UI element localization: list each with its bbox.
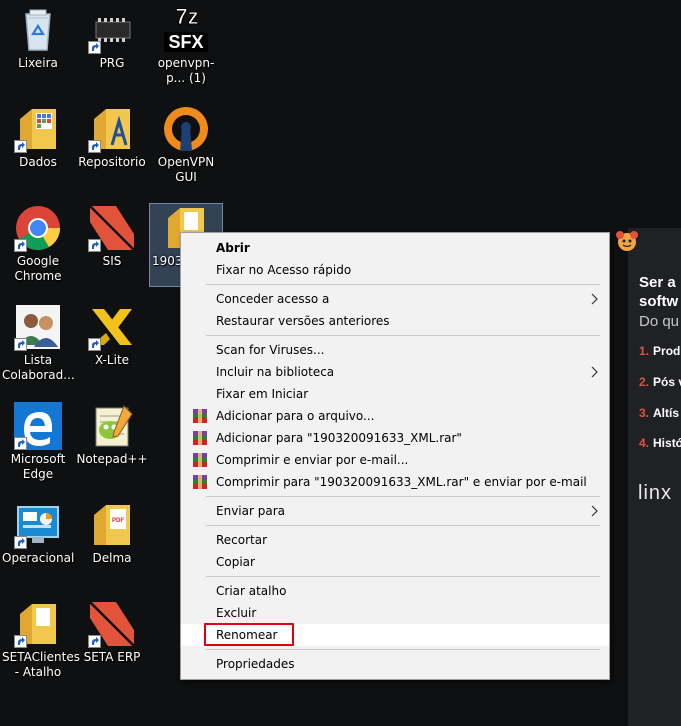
menu-item-enviar-para[interactable]: Enviar para [181,500,609,522]
panel-heading-line1: Ser a [639,274,676,291]
desktop-icon-prg[interactable]: PRG [74,6,150,71]
desktop-icon-seta-erp[interactable]: SETA ERP [74,600,150,665]
chip-icon [88,6,136,54]
panel-list-item: 1. Prod [639,344,681,358]
desktop-icon-dados[interactable]: Dados [0,105,76,170]
menu-item-restaurar-versoes[interactable]: Restaurar versões anteriores [181,310,609,332]
xlite-icon [88,303,136,351]
menu-separator [206,335,600,336]
context-menu: Abrir Fixar no Acesso rápido Conceder ac… [180,232,610,680]
panel-subheading: Do qu [639,313,680,330]
winrar-icon [193,409,207,423]
menu-item-recortar[interactable]: Recortar [181,529,609,551]
panel-list-item: 4. Histó [639,436,681,450]
menu-separator [206,525,600,526]
menu-item-excluir[interactable]: Excluir [181,602,609,624]
menu-item-fixar-iniciar[interactable]: Fixar em Iniciar [181,383,609,405]
menu-item-conceder-acesso[interactable]: Conceder acesso a [181,288,609,310]
users-icon [14,303,62,351]
shortcut-arrow-icon [14,140,27,153]
menu-separator [206,284,600,285]
shortcut-arrow-icon [14,437,27,450]
menu-item-criar-atalho[interactable]: Criar atalho [181,580,609,602]
desktop-icon-setaclientes[interactable]: SETAClientes - Atalho [0,600,80,680]
desktop-icon-lista-colaboradores[interactable]: Lista Colaborad... [0,303,76,383]
menu-separator [206,496,600,497]
pdf-folder-icon: PDF [88,501,136,549]
chrome-icon [14,204,62,252]
submenu-arrow-icon [591,505,598,517]
menu-separator [206,576,600,577]
submenu-arrow-icon [591,293,598,305]
shortcut-arrow-icon [88,239,101,252]
menu-item-adicionar-rar[interactable]: Adicionar para "190320091633_XML.rar" [181,427,609,449]
notepad-plus-plus-icon [88,402,136,450]
menu-item-scan-viruses[interactable]: Scan for Viruses... [181,339,609,361]
panel-list-item: 3. Altís [639,406,680,420]
menu-item-renomear[interactable]: Renomear [181,623,609,646]
desktop-icon-repositorio[interactable]: Repositorio [74,105,150,170]
submenu-arrow-icon [591,366,598,378]
winrar-icon [193,475,207,489]
desktop-icon-microsoft-edge[interactable]: Microsoft Edge [0,402,76,482]
menu-separator [206,649,600,650]
shortcut-arrow-icon [14,338,27,351]
shortcut-arrow-icon [88,140,101,153]
shortcut-arrow-icon [14,536,27,549]
edge-icon [14,402,62,450]
seta-icon [88,600,136,648]
desktop-icon-google-chrome[interactable]: Google Chrome [0,204,76,284]
desktop-icon-delma[interactable]: PDF Delma [74,501,150,566]
menu-item-copiar[interactable]: Copiar [181,551,609,573]
panel-heading-line2: softw [639,293,679,310]
folder-icon [14,105,62,153]
shortcut-arrow-icon [88,41,101,54]
desktop-icon-openvpn-installer[interactable]: 7z SFX openvpn-p... (1) [148,5,224,86]
shortcut-arrow-icon [88,338,101,351]
desktop-icon-openvpn-gui[interactable]: OpenVPN GUI [148,105,224,185]
shortcut-arrow-icon [14,635,27,648]
desktop-icon-lixeira[interactable]: Lixeira [0,6,76,71]
menu-item-comprimir-email[interactable]: Comprimir e enviar por e-mail... [181,449,609,471]
desktop-icon-operacional[interactable]: Operacional [0,501,76,566]
folder-icon [88,105,136,153]
linx-logo: linx [638,482,673,504]
monitor-icon [14,501,62,549]
mascot-icon [614,229,640,253]
desktop-icon-x-lite[interactable]: X-Lite [74,303,150,368]
folder-icon [14,600,62,648]
menu-item-comprimir-rar-email[interactable]: Comprimir para "190320091633_XML.rar" e … [181,471,609,493]
menu-item-adicionar-arquivo[interactable]: Adicionar para o arquivo... [181,405,609,427]
desktop-icon-sis[interactable]: SIS [74,204,150,269]
menu-item-incluir-biblioteca[interactable]: Incluir na biblioteca [181,361,609,383]
menu-item-abrir[interactable]: Abrir [181,237,609,259]
menu-item-fixar-acesso-rapido[interactable]: Fixar no Acesso rápido [181,259,609,281]
recycle-bin-icon [14,6,62,54]
winrar-icon [193,431,207,445]
shortcut-arrow-icon [14,239,27,252]
panel-list-item: 2.Pós v [639,375,681,389]
winrar-icon [193,453,207,467]
background-window: Ser a softw Do qu 1.Prod 2.Pós v 3.Altís… [628,228,681,726]
7z-sfx-icon: 7z SFX [162,5,210,54]
menu-item-propriedades[interactable]: Propriedades [181,653,609,675]
shortcut-arrow-icon [88,635,101,648]
desktop-icon-notepad-plus-plus[interactable]: Notepad++ [74,402,150,467]
openvpn-icon [162,105,210,153]
seta-icon [88,204,136,252]
